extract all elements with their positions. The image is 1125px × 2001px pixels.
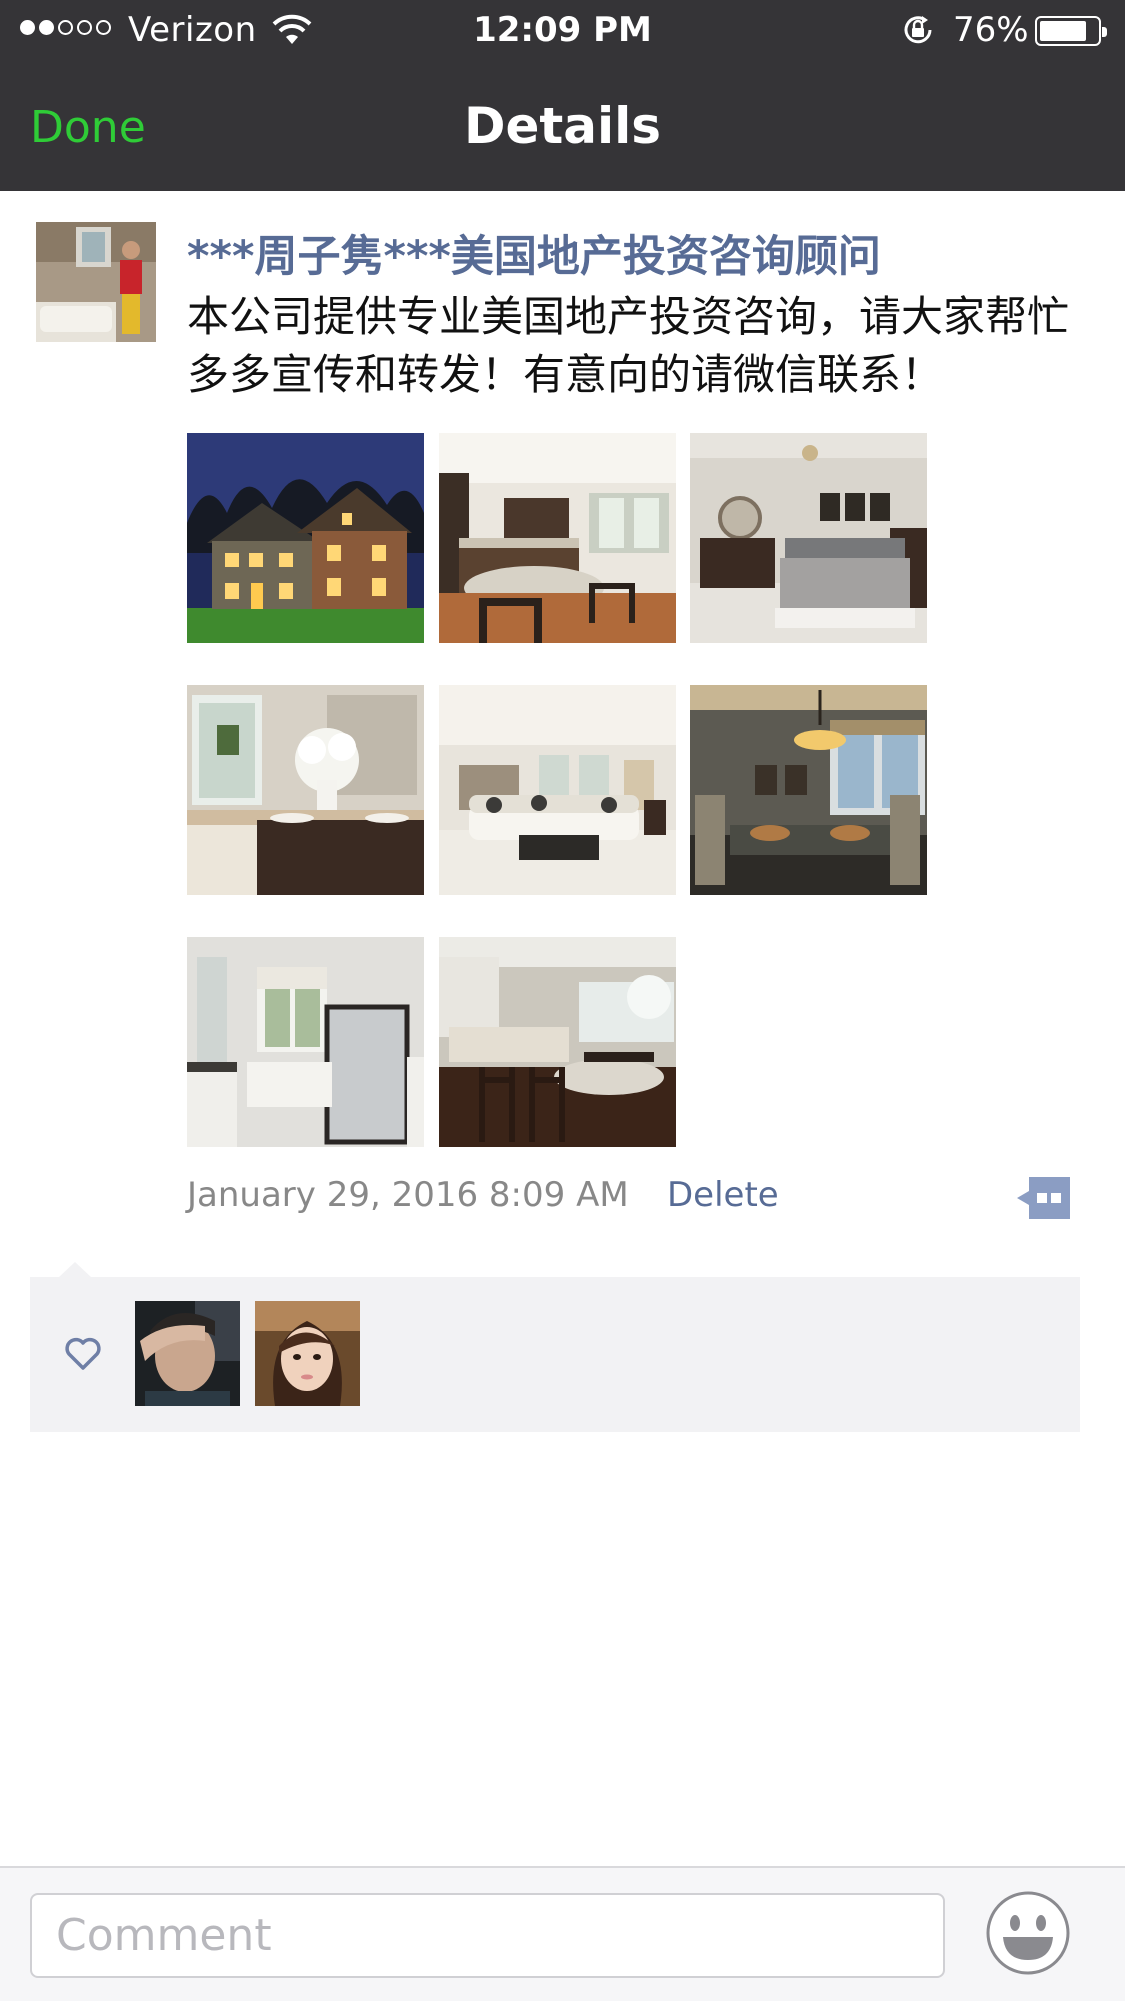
likes-panel <box>30 1277 1080 1432</box>
page-title: Details <box>463 97 662 155</box>
status-bar: Verizon 12:09 PM 76% <box>0 0 1125 62</box>
post-photo-open-kitchen[interactable] <box>439 937 676 1147</box>
post-photo-dining-room[interactable] <box>690 685 927 895</box>
post-photo-house-exterior[interactable] <box>187 433 424 643</box>
battery-percent: 76% <box>953 10 1029 50</box>
post-photo-kitchen[interactable] <box>439 433 676 643</box>
delete-post-button[interactable]: Delete <box>667 1175 779 1215</box>
post-author-name[interactable]: ***周子隽***美国地产投资咨询顾问 <box>187 222 881 284</box>
heart-icon <box>65 1337 101 1370</box>
author-avatar[interactable] <box>36 222 156 342</box>
post-photo-bathroom-vanity[interactable] <box>187 685 424 895</box>
comment-bar <box>0 1866 1125 2001</box>
post-photo-bedroom[interactable] <box>690 433 927 643</box>
emoji-icon[interactable] <box>985 1890 1071 1976</box>
battery-icon <box>1035 16 1107 46</box>
top-bar: Verizon 12:09 PM 76% Done Details <box>0 0 1125 191</box>
post-photo-living-room[interactable] <box>439 685 676 895</box>
post-text: 本公司提供专业美国地产投资咨询，请大家帮忙多多宣传和转发！有意向的请微信联系！ <box>187 292 1070 399</box>
rotation-lock-icon <box>904 16 932 44</box>
comment-input[interactable] <box>30 1893 945 1978</box>
comment-options-icon[interactable] <box>1015 1175 1073 1221</box>
likes-pointer <box>58 1262 92 1278</box>
post-timestamp: January 29, 2016 8:09 AM <box>187 1175 629 1215</box>
liker-avatar[interactable] <box>135 1301 240 1406</box>
post-photo-bathroom-shower[interactable] <box>187 937 424 1147</box>
liker-avatar[interactable] <box>255 1301 360 1406</box>
